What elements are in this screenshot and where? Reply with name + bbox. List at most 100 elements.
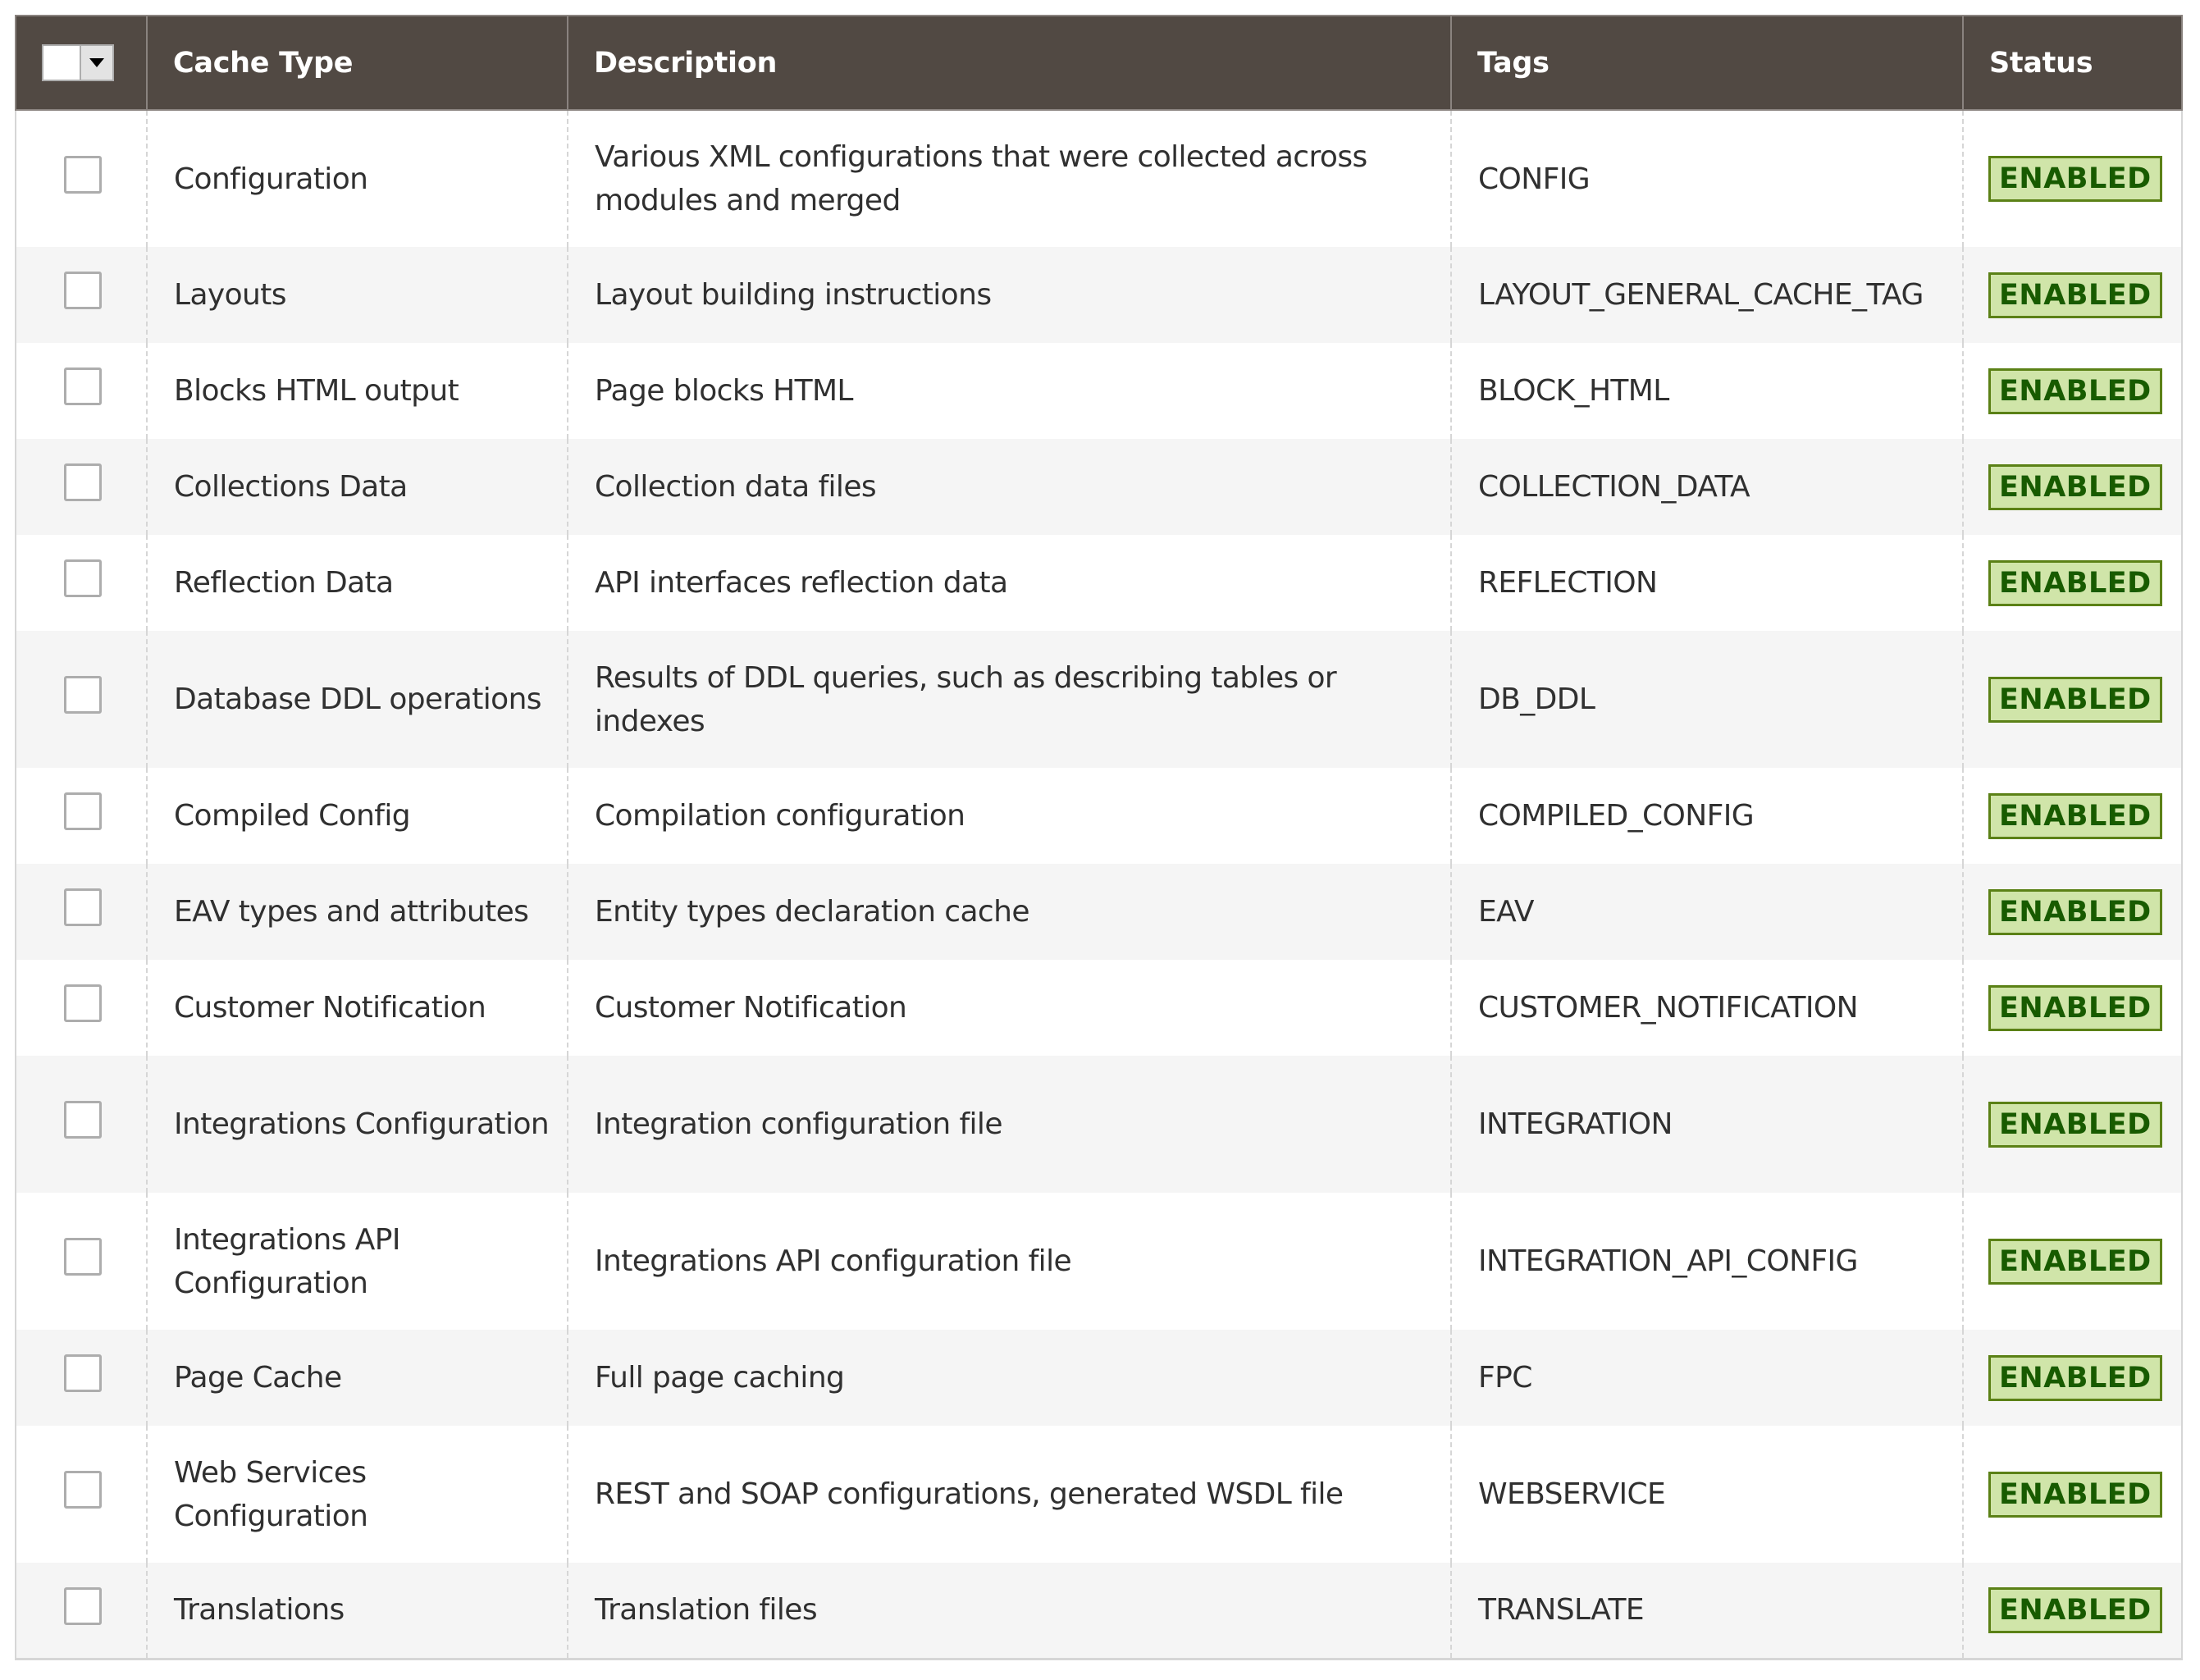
row-checkbox[interactable] — [64, 888, 102, 926]
cache-type-cell: Integrations Configuration — [146, 1056, 568, 1193]
table-row[interactable]: Collections Data Collection data files COL… — [15, 439, 2183, 535]
tags-cell: BLOCK_HTML — [1450, 343, 1964, 439]
status-badge: ENABLED — [1988, 272, 2162, 318]
description-cell: Compilation configuration — [567, 768, 1452, 864]
tags-cell: TRANSLATE — [1450, 1563, 1964, 1660]
status-cell: ENABLED — [1962, 1056, 2183, 1193]
row-checkbox[interactable] — [64, 1587, 102, 1625]
status-cell: ENABLED — [1962, 631, 2183, 768]
mass-select-control[interactable] — [42, 44, 114, 81]
cache-type-cell: Blocks HTML output — [146, 343, 568, 439]
row-checkbox[interactable] — [64, 1471, 102, 1509]
column-header-tags[interactable]: Tags — [1450, 15, 1964, 111]
table-row[interactable]: Configuration Various XML configurations … — [15, 110, 2183, 247]
tags-cell: DB_DDL — [1450, 631, 1964, 768]
row-checkbox[interactable] — [64, 1354, 102, 1392]
table-row[interactable]: Reflection Data API interfaces reflection… — [15, 535, 2183, 631]
status-cell: ENABLED — [1962, 343, 2183, 439]
row-select-cell — [15, 1563, 148, 1660]
row-checkbox[interactable] — [64, 1238, 102, 1276]
row-checkbox[interactable] — [64, 1101, 102, 1139]
status-cell: ENABLED — [1962, 1563, 2183, 1660]
table-row[interactable]: Translations Translation files TRANSLATE EN… — [15, 1563, 2183, 1660]
tags-cell: INTEGRATION — [1450, 1056, 1964, 1193]
cache-type-cell: EAV types and attributes — [146, 864, 568, 960]
status-cell: ENABLED — [1962, 1426, 2183, 1563]
description-cell: Integration configuration file — [567, 1056, 1452, 1193]
description-cell: Layout building instructions — [567, 247, 1452, 343]
mass-select-dropdown-button[interactable] — [81, 46, 112, 80]
table-row[interactable]: Blocks HTML output Page blocks HTML BLOCK_… — [15, 343, 2183, 439]
table-row[interactable]: EAV types and attributes Entity types dec… — [15, 864, 2183, 960]
status-cell: ENABLED — [1962, 439, 2183, 535]
cache-type-cell: Configuration — [146, 110, 568, 247]
tags-cell: FPC — [1450, 1330, 1964, 1426]
tags-cell: WEBSERVICE — [1450, 1426, 1964, 1563]
table-row[interactable]: Web Services Configuration REST and SOAP … — [15, 1426, 2183, 1563]
description-cell: Page blocks HTML — [567, 343, 1452, 439]
status-cell: ENABLED — [1962, 1330, 2183, 1426]
status-cell: ENABLED — [1962, 864, 2183, 960]
row-checkbox[interactable] — [64, 272, 102, 309]
row-checkbox[interactable] — [64, 156, 102, 194]
cache-type-cell: Translations — [146, 1563, 568, 1660]
table-row[interactable]: Integrations Configuration Integration co… — [15, 1056, 2183, 1193]
description-cell: Customer Notification — [567, 960, 1452, 1056]
row-select-cell — [15, 1426, 148, 1563]
table-row[interactable]: Integrations API Configuration Integratio… — [15, 1193, 2183, 1330]
table-row[interactable]: Page Cache Full page caching FPC ENABLED — [15, 1330, 2183, 1426]
cache-type-cell: Customer Notification — [146, 960, 568, 1056]
row-checkbox[interactable] — [64, 676, 102, 714]
row-select-cell — [15, 343, 148, 439]
status-cell: ENABLED — [1962, 535, 2183, 631]
cache-type-cell: Integrations API Configuration — [146, 1193, 568, 1330]
cache-type-cell: Page Cache — [146, 1330, 568, 1426]
description-cell: Entity types declaration cache — [567, 864, 1452, 960]
row-select-cell — [15, 960, 148, 1056]
tags-cell: INTEGRATION_API_CONFIG — [1450, 1193, 1964, 1330]
tags-cell: LAYOUT_GENERAL_CACHE_TAG — [1450, 247, 1964, 343]
status-badge: ENABLED — [1988, 676, 2162, 723]
table-row[interactable]: Compiled Config Compilation configuration… — [15, 768, 2183, 864]
tags-cell: CUSTOMER_NOTIFICATION — [1450, 960, 1964, 1056]
select-all-checkbox[interactable] — [43, 46, 80, 80]
row-checkbox[interactable] — [64, 984, 102, 1022]
description-cell: Full page caching — [567, 1330, 1452, 1426]
row-select-cell — [15, 864, 148, 960]
description-cell: Translation files — [567, 1563, 1452, 1660]
row-select-cell — [15, 535, 148, 631]
row-select-cell — [15, 1056, 148, 1193]
status-badge: ENABLED — [1988, 1471, 2162, 1518]
table-row[interactable]: Layouts Layout building instructions LAYOU… — [15, 247, 2183, 343]
status-cell: ENABLED — [1962, 110, 2183, 247]
column-header-description[interactable]: Description — [567, 15, 1452, 111]
status-badge: ENABLED — [1988, 156, 2162, 202]
cache-type-cell: Collections Data — [146, 439, 568, 535]
column-header-cache-type[interactable]: Cache Type — [146, 15, 568, 111]
table-row[interactable]: Database DDL operations Results of DDL qu… — [15, 631, 2183, 768]
status-badge: ENABLED — [1988, 1354, 2162, 1401]
status-cell: ENABLED — [1962, 960, 2183, 1056]
table-row[interactable]: Customer Notification Customer Notificati… — [15, 960, 2183, 1056]
row-checkbox[interactable] — [64, 792, 102, 830]
status-badge: ENABLED — [1988, 1101, 2162, 1148]
cache-type-cell: Web Services Configuration — [146, 1426, 568, 1563]
row-checkbox[interactable] — [64, 559, 102, 597]
description-cell: Collection data files — [567, 439, 1452, 535]
tags-cell: COLLECTION_DATA — [1450, 439, 1964, 535]
row-select-cell — [15, 110, 148, 247]
status-badge: ENABLED — [1988, 984, 2162, 1031]
status-badge: ENABLED — [1988, 559, 2162, 606]
cache-grid: Cache Type Description Tags Status Confi… — [15, 15, 2183, 1660]
row-checkbox[interactable] — [64, 368, 102, 405]
description-cell: Various XML configurations that were col… — [567, 110, 1452, 247]
description-cell: Integrations API configuration file — [567, 1193, 1452, 1330]
row-select-cell — [15, 247, 148, 343]
grid-body: Configuration Various XML configurations … — [15, 110, 2183, 1660]
status-badge: ENABLED — [1988, 1586, 2162, 1633]
column-header-status[interactable]: Status — [1962, 15, 2183, 111]
cache-type-cell: Reflection Data — [146, 535, 568, 631]
cache-type-cell: Layouts — [146, 247, 568, 343]
status-badge: ENABLED — [1988, 888, 2162, 935]
row-checkbox[interactable] — [64, 463, 102, 501]
